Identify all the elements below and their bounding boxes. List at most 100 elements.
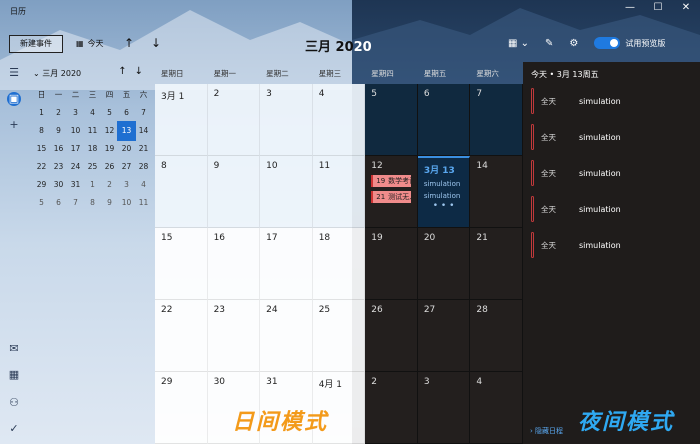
- mini-day[interactable]: 15: [33, 140, 50, 158]
- mini-day[interactable]: 12: [101, 122, 118, 140]
- mini-day[interactable]: 1: [33, 104, 50, 122]
- day-cell[interactable]: 3: [260, 84, 313, 156]
- mini-day[interactable]: 27: [118, 158, 135, 176]
- mini-day[interactable]: 4: [135, 176, 152, 194]
- mini-day[interactable]: 25: [84, 158, 101, 176]
- day-cell[interactable]: 10: [260, 156, 313, 228]
- day-cell[interactable]: 26: [365, 300, 418, 372]
- day-cell[interactable]: 3: [417, 372, 471, 444]
- mini-day[interactable]: 29: [33, 176, 50, 194]
- event-chip[interactable]: simulation: [424, 180, 464, 188]
- mini-day[interactable]: 11: [84, 122, 101, 140]
- day-cell[interactable]: 19: [365, 228, 418, 300]
- mini-day[interactable]: 8: [84, 194, 101, 212]
- day-cell[interactable]: 28: [470, 300, 523, 372]
- day-cell[interactable]: 3月 13 simulation simulation • • •: [417, 156, 471, 228]
- todo-icon[interactable]: ✓: [7, 422, 21, 436]
- mini-day[interactable]: 3: [118, 176, 135, 194]
- mini-day[interactable]: 30: [50, 176, 67, 194]
- day-cell[interactable]: 4: [312, 84, 366, 156]
- mini-day[interactable]: 21: [135, 140, 152, 158]
- mini-day[interactable]: 18: [84, 140, 101, 158]
- agenda-item[interactable]: 全天 simulation: [531, 88, 691, 114]
- mini-day[interactable]: 16: [50, 140, 67, 158]
- mini-day[interactable]: 1: [84, 176, 101, 194]
- day-cell[interactable]: 3月 1: [155, 84, 208, 156]
- mini-day[interactable]: 2: [101, 176, 118, 194]
- more-events-indicator[interactable]: • • •: [424, 201, 464, 211]
- mini-day[interactable]: 23: [50, 158, 67, 176]
- mini-day[interactable]: 2: [50, 104, 67, 122]
- day-cell[interactable]: 6: [417, 84, 471, 156]
- mini-day[interactable]: 26: [101, 158, 118, 176]
- agenda-item[interactable]: 全天 simulation: [531, 196, 691, 222]
- agenda-item[interactable]: 全天 simulation: [531, 160, 691, 186]
- day-cell[interactable]: 14: [470, 156, 523, 228]
- day-cell[interactable]: 18: [312, 228, 366, 300]
- mail-icon[interactable]: ✉: [7, 342, 21, 356]
- mini-day[interactable]: 3: [67, 104, 84, 122]
- day-cell[interactable]: 24: [260, 300, 313, 372]
- new-event-button[interactable]: 新建事件: [9, 35, 63, 53]
- maximize-icon[interactable]: ☐: [644, 0, 672, 18]
- agenda-item[interactable]: 全天 simulation: [531, 124, 691, 150]
- next-month-button[interactable]: ↓: [151, 36, 161, 50]
- pen-icon[interactable]: ✎: [545, 38, 553, 49]
- minimize-icon[interactable]: —: [616, 0, 644, 18]
- mini-day[interactable]: 13: [117, 121, 136, 141]
- mini-day[interactable]: 31: [67, 176, 84, 194]
- day-cell[interactable]: 2: [207, 84, 261, 156]
- mini-day[interactable]: 9: [101, 194, 118, 212]
- mini-day[interactable]: 7: [67, 194, 84, 212]
- previous-month-button[interactable]: ↑: [124, 36, 134, 50]
- day-cell[interactable]: 25: [312, 300, 366, 372]
- mini-day[interactable]: 20: [118, 140, 135, 158]
- mini-day[interactable]: 10: [67, 122, 84, 140]
- mini-day[interactable]: 24: [67, 158, 84, 176]
- calendar-icon[interactable]: ▦: [7, 368, 21, 382]
- people-icon[interactable]: ⚇: [7, 396, 21, 410]
- mini-day[interactable]: 9: [50, 122, 67, 140]
- mini-day[interactable]: 11: [135, 194, 152, 212]
- day-cell[interactable]: 27: [417, 300, 471, 372]
- preview-toggle[interactable]: [594, 37, 621, 49]
- day-cell[interactable]: 5: [365, 84, 418, 156]
- day-cell[interactable]: 8: [155, 156, 208, 228]
- day-cell[interactable]: 12 19数学考试 21测试无人: [365, 156, 418, 228]
- agenda-item[interactable]: 全天 simulation: [531, 232, 691, 258]
- mini-day[interactable]: 10: [118, 194, 135, 212]
- day-cell[interactable]: 7: [470, 84, 523, 156]
- day-cell[interactable]: 2: [365, 372, 418, 444]
- mini-calendar-title[interactable]: ⌄ 三月 2020: [33, 68, 81, 79]
- mini-day[interactable]: 22: [33, 158, 50, 176]
- day-cell[interactable]: 4: [470, 372, 523, 444]
- day-cell[interactable]: 11: [312, 156, 366, 228]
- calendar-view-icon[interactable]: ▦ ⌄: [508, 38, 529, 49]
- event-chip[interactable]: 19数学考试: [371, 175, 411, 187]
- mini-day[interactable]: 5: [101, 104, 118, 122]
- mini-day[interactable]: 8: [33, 122, 50, 140]
- day-cell[interactable]: 23: [207, 300, 261, 372]
- day-cell[interactable]: 15: [155, 228, 208, 300]
- hide-agenda-link[interactable]: › 隐藏日程: [530, 426, 563, 436]
- mini-day[interactable]: 6: [50, 194, 67, 212]
- mini-day[interactable]: 5: [33, 194, 50, 212]
- day-cell[interactable]: 16: [207, 228, 261, 300]
- mini-day[interactable]: 28: [135, 158, 152, 176]
- gear-icon[interactable]: ⚙: [569, 38, 578, 49]
- menu-icon[interactable]: ☰: [7, 66, 21, 80]
- mini-day[interactable]: 4: [84, 104, 101, 122]
- day-cell[interactable]: 29: [155, 372, 208, 444]
- day-cell[interactable]: 20: [417, 228, 471, 300]
- day-cell[interactable]: 17: [260, 228, 313, 300]
- day-cell[interactable]: 9: [207, 156, 261, 228]
- today-button[interactable]: ▦ 今天: [76, 38, 104, 49]
- add-icon[interactable]: +: [7, 118, 21, 132]
- mini-calendar-nav[interactable]: ↑↓: [118, 66, 151, 77]
- mini-day[interactable]: 6: [118, 104, 135, 122]
- calendar-account-icon[interactable]: ▣: [7, 92, 21, 106]
- day-cell[interactable]: 21: [470, 228, 523, 300]
- event-chip[interactable]: 21测试无人: [371, 191, 411, 203]
- mini-day[interactable]: 19: [101, 140, 118, 158]
- close-icon[interactable]: ✕: [672, 0, 700, 18]
